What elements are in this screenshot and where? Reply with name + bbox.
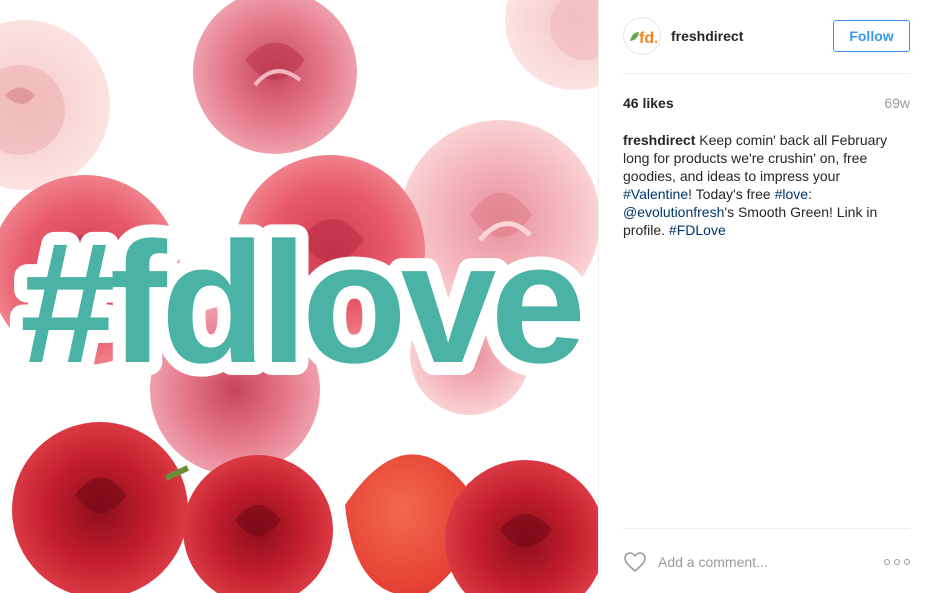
caption-text: ! Today's free — [688, 186, 775, 202]
svg-text:fd.: fd. — [639, 30, 657, 47]
caption-username[interactable]: freshdirect — [623, 132, 695, 148]
rose-pink-top — [193, 0, 357, 154]
rose-pale-top-right — [505, 0, 598, 90]
freshdirect-logo-icon: fd. — [630, 30, 657, 47]
comment-input[interactable] — [658, 554, 884, 570]
comment-row — [623, 549, 910, 575]
dot — [894, 559, 900, 565]
hashtag-love[interactable]: #love — [775, 186, 808, 202]
post-header: fd. freshdirect Follow — [623, 16, 910, 56]
likes-row: 46 likes 69w — [623, 94, 910, 112]
follow-button[interactable]: Follow — [833, 20, 910, 52]
likes-count[interactable]: 46 likes — [623, 95, 674, 111]
fdlove-hashtag-logo: #fdlove #fdlove — [7, 194, 598, 412]
comment-divider — [623, 528, 910, 529]
caption-text: : — [808, 186, 812, 202]
hashtag-valentine[interactable]: #Valentine — [623, 186, 688, 202]
svg-text:#fdlove: #fdlove — [20, 207, 581, 399]
more-options-icon[interactable] — [884, 557, 910, 567]
avatar[interactable]: fd. — [623, 17, 661, 55]
header-divider — [623, 73, 910, 74]
post-caption: freshdirect Keep comin' back all Februar… — [623, 131, 910, 239]
heart-outline-icon[interactable] — [623, 551, 647, 573]
author-username[interactable]: freshdirect — [671, 28, 833, 44]
rose-red-bottom-right — [445, 460, 598, 593]
post-timestamp[interactable]: 69w — [884, 95, 910, 111]
rose-artwork: #fdlove #fdlove — [0, 0, 598, 593]
mention-evolutionfresh[interactable]: @evolutionfresh — [623, 204, 724, 220]
post-sidebar: fd. freshdirect Follow 46 likes 69w fres… — [598, 0, 933, 593]
hashtag-fdlove[interactable]: #FDLove — [669, 222, 726, 238]
instagram-post: #fdlove #fdlove fd. freshdirect Follow 4… — [0, 0, 933, 593]
rose-red-bottom-left — [12, 422, 190, 593]
post-image[interactable]: #fdlove #fdlove — [0, 0, 598, 593]
rose-red-bottom-center — [183, 455, 333, 593]
dot — [884, 559, 890, 565]
dot — [904, 559, 910, 565]
rose-pale-top-left — [0, 20, 110, 190]
